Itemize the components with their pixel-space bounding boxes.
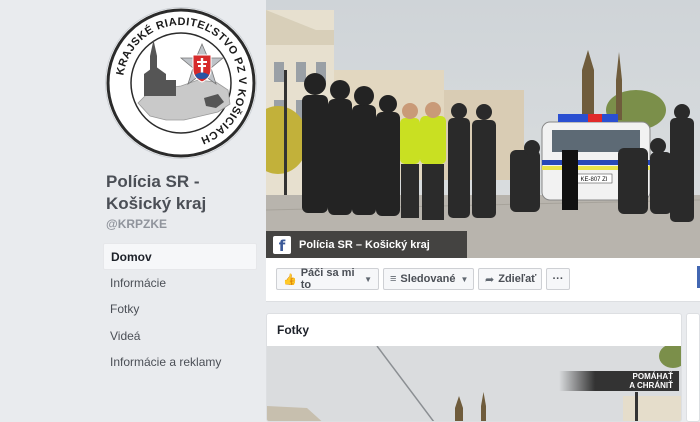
cover-photo[interactable]: POLÍCIA KE-807 ZI [266,0,700,258]
facebook-icon: f [273,235,291,255]
cover-caption-text: Polícia SR – Košický kraj [299,238,430,251]
page-handle[interactable]: @KRPZKE [106,217,167,231]
nav-item-photos[interactable]: Fotky [103,296,257,323]
photo-banner-line-2: A CHRÁNIŤ [629,381,673,390]
photo-banner: POMÁHAŤ A CHRÁNIŤ [559,371,679,391]
right-column-card-edge [686,313,700,422]
share-button[interactable]: ➦ Zdieľať [478,268,542,290]
nav-item-about[interactable]: Informácie [103,270,257,297]
left-column: KRAJSKÉ RIADITEĽSTVO PZ V KOŠICIACH Polí… [0,0,266,422]
page-title[interactable]: Polícia SR - Košický kraj [106,171,256,215]
chevron-down-icon: ▼ [364,274,372,284]
more-button[interactable]: ··· [546,268,570,290]
photos-card: Fotky POMÁHAŤ A CHRÁNIŤ [266,313,682,422]
thumbs-up-icon: 👍 [283,273,297,286]
chevron-down-icon: ▼ [460,274,469,284]
car-plate: KE-807 ZI [580,177,607,183]
rss-icon: ≡ [390,273,397,285]
page-actions-bar: 👍 Páči sa mi to ▼ ≡ Sledované ▼ ➦ Zdieľa… [266,258,700,302]
page-nav: Domov Informácie Fotky Videá Informácie … [103,243,257,376]
nav-item-videos[interactable]: Videá [103,323,257,350]
more-dots-icon: ··· [552,273,564,285]
like-button-label: Páči sa mi to [300,267,355,291]
page-title-line-2: Košický kraj [106,194,207,213]
share-arrow-icon: ➦ [485,273,495,286]
nav-item-home[interactable]: Domov [103,243,257,270]
like-button[interactable]: 👍 Páči sa mi to ▼ [276,267,379,291]
page-title-line-1: Polícia SR - [106,172,200,191]
follow-button[interactable]: ≡ Sledované ▼ [383,268,474,290]
cover-caption: f Polícia SR – Košický kraj [266,231,467,258]
follow-button-label: Sledované [400,273,456,285]
photo-thumbnail[interactable]: POMÁHAŤ A CHRÁNIŤ [267,346,681,421]
nav-item-info-ads[interactable]: Informácie a reklamy [103,349,257,376]
cover-image: POLÍCIA KE-807 ZI [266,0,700,258]
share-button-label: Zdieľať [498,273,537,285]
police-logo: KRAJSKÉ RIADITEĽSTVO PZ V KOŠICIACH [106,8,256,158]
photo-banner-line-1: POMÁHAŤ [632,372,673,381]
photos-card-title[interactable]: Fotky [277,323,309,337]
page-profile-picture[interactable]: KRAJSKÉ RIADITEĽSTVO PZ V KOŠICIACH [106,8,256,158]
